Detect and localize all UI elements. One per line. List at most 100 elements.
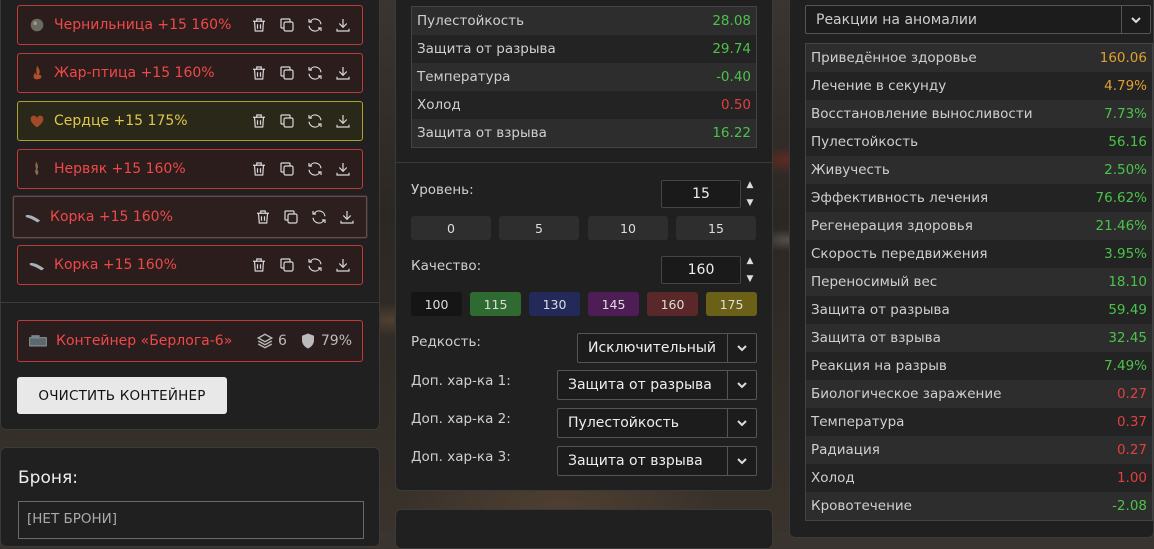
artifact-item[interactable]: Корка +15 160% (17, 245, 363, 285)
chevron-down-icon[interactable] (727, 334, 756, 362)
level-preset-button[interactable]: 0 (411, 216, 491, 240)
chevron-down-icon[interactable] (727, 409, 756, 437)
trash-icon[interactable] (249, 15, 269, 35)
refresh-icon[interactable] (305, 63, 325, 83)
stat-label: Температура (811, 414, 905, 430)
refresh-icon[interactable] (305, 159, 325, 179)
download-icon[interactable] (333, 111, 353, 131)
stat-label: Защита от разрыва (417, 41, 556, 57)
stat-value: 32.45 (1108, 330, 1147, 346)
stat-value: 7.73% (1104, 106, 1147, 122)
refresh-icon[interactable] (309, 207, 329, 227)
stat-row: Защита от взрыва 32.45 (806, 324, 1152, 352)
stat-value: 0.50 (720, 97, 751, 113)
stat-value: 18.10 (1108, 274, 1147, 290)
refresh-icon[interactable] (305, 111, 325, 131)
stat-row: Температура 0.37 (806, 408, 1152, 436)
quality-preset-button[interactable]: 145 (588, 292, 639, 316)
copy-icon[interactable] (277, 159, 297, 179)
quality-preset-button[interactable]: 175 (706, 292, 757, 316)
stat-label: Защита от взрыва (811, 330, 941, 346)
download-icon[interactable] (333, 159, 353, 179)
extra2-select[interactable]: Пулестойкость (557, 408, 757, 438)
trash-icon[interactable] (249, 111, 269, 131)
rarity-select[interactable]: Исключительный (577, 333, 757, 363)
artifact-item[interactable]: Корка +15 160% (13, 196, 367, 238)
stat-row: Температура -0.40 (412, 63, 756, 91)
extra3-select[interactable]: Защита от взрыва (557, 446, 757, 476)
chevron-down-icon[interactable]: ▼ (747, 274, 754, 284)
stat-label: Скорость передвижения (811, 246, 988, 262)
level-preset-button[interactable]: 15 (676, 216, 756, 240)
extra3-value: Защита от взрыва (568, 453, 703, 469)
stat-value: 4.79% (1104, 78, 1147, 94)
copy-icon[interactable] (281, 207, 301, 227)
firebird-icon (27, 63, 47, 83)
stat-label: Радиация (811, 442, 880, 458)
artifact-name: Корка +15 160% (50, 209, 173, 225)
heart-icon (27, 111, 47, 131)
trash-icon[interactable] (253, 207, 273, 227)
container-item[interactable]: Контейнер «Берлога-6» 6 79% (17, 320, 363, 362)
level-preset-button[interactable]: 5 (499, 216, 579, 240)
copy-icon[interactable] (277, 255, 297, 275)
artifact-item[interactable]: Сердце +15 175% (17, 101, 363, 141)
extra1-label: Доп. хар-ка 1: (411, 373, 511, 389)
quality-preset-button[interactable]: 130 (529, 292, 580, 316)
copy-icon[interactable] (277, 111, 297, 131)
chevron-down-icon[interactable]: ▼ (747, 198, 754, 208)
artifact-item[interactable]: Нервяк +15 160% (17, 149, 363, 189)
layers-icon (256, 332, 274, 350)
quality-label: Качество: (411, 258, 482, 274)
artifact-name: Корка +15 160% (54, 257, 177, 273)
extra3-label: Доп. хар-ка 3: (411, 449, 511, 465)
copy-icon[interactable] (277, 15, 297, 35)
stat-label: Реакция на разрыв (811, 358, 947, 374)
container-icon (26, 331, 50, 351)
download-icon[interactable] (333, 255, 353, 275)
artifact-name: Жар-птица +15 160% (54, 65, 215, 81)
trash-icon[interactable] (249, 159, 269, 179)
stat-row: Живучесть 2.50% (806, 156, 1152, 184)
artifact-item[interactable]: Чернильница +15 160% (17, 5, 363, 45)
quality-preset-button[interactable]: 160 (647, 292, 698, 316)
stat-row: Защита от разрыва 29.74 (412, 35, 756, 63)
level-preset-button[interactable]: 10 (588, 216, 668, 240)
trash-icon[interactable] (249, 63, 269, 83)
quality-preset-button[interactable]: 100 (411, 292, 462, 316)
chevron-up-icon[interactable]: ▲ (747, 180, 754, 190)
level-input[interactable]: 15 (661, 180, 741, 208)
download-icon[interactable] (337, 207, 357, 227)
stat-label: Регенерация здоровья (811, 218, 973, 234)
extra1-value: Защита от разрыва (568, 377, 712, 393)
chevron-up-icon[interactable]: ▲ (747, 256, 754, 266)
stat-value: 29.74 (712, 41, 751, 57)
trash-icon[interactable] (249, 255, 269, 275)
stat-value: 0.27 (1116, 386, 1147, 402)
extra1-select[interactable]: Защита от разрыва (557, 370, 757, 400)
stat-row: Защита от взрыва 16.22 (412, 119, 756, 147)
artifact-item[interactable]: Жар-птица +15 160% (17, 53, 363, 93)
quality-stepper[interactable]: ▲ ▼ (744, 256, 756, 284)
stat-row: Переносимый вес 18.10 (806, 268, 1152, 296)
summary-stats-table: Приведённое здоровье 160.06 Лечение в секу… (805, 43, 1153, 521)
download-icon[interactable] (333, 63, 353, 83)
category-select[interactable]: Реакции на аномалии (805, 5, 1151, 34)
stat-value: 7.49% (1104, 358, 1147, 374)
copy-icon[interactable] (277, 63, 297, 83)
clear-container-button[interactable]: ОЧИСТИТЬ КОНТЕЙНЕР (17, 377, 227, 414)
refresh-icon[interactable] (305, 255, 325, 275)
chevron-down-icon[interactable] (1121, 6, 1150, 33)
download-icon[interactable] (333, 15, 353, 35)
refresh-icon[interactable] (305, 15, 325, 35)
crust-icon (27, 255, 47, 275)
armor-select[interactable]: [НЕТ БРОНИ] (18, 501, 364, 539)
chevron-down-icon[interactable] (727, 447, 756, 475)
container-name: Контейнер «Берлога-6» (56, 333, 233, 349)
quality-input[interactable]: 160 (661, 256, 741, 284)
quality-preset-button[interactable]: 115 (470, 292, 521, 316)
level-stepper[interactable]: ▲ ▼ (744, 180, 756, 208)
chevron-down-icon[interactable] (727, 371, 756, 399)
stat-label: Эффективность лечения (811, 190, 989, 206)
level-label: Уровень: (411, 182, 474, 198)
